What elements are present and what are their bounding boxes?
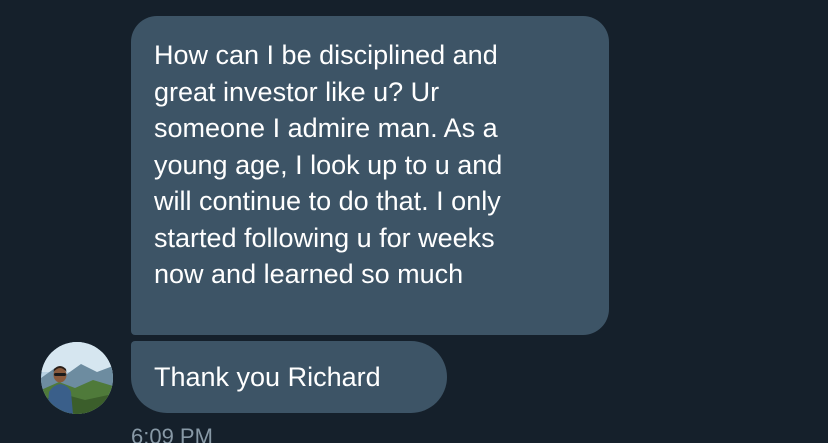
message-bubble-received[interactable]: Thank you Richard <box>131 341 447 413</box>
message-bubble-received[interactable]: How can I be disciplined and great inves… <box>131 16 609 335</box>
message-timestamp: 6:09 PM <box>131 424 213 443</box>
message-text: Thank you Richard <box>154 361 381 392</box>
conversation-thread: How can I be disciplined and great inves… <box>0 0 828 443</box>
avatar[interactable] <box>41 342 113 414</box>
avatar-photo <box>41 342 113 414</box>
